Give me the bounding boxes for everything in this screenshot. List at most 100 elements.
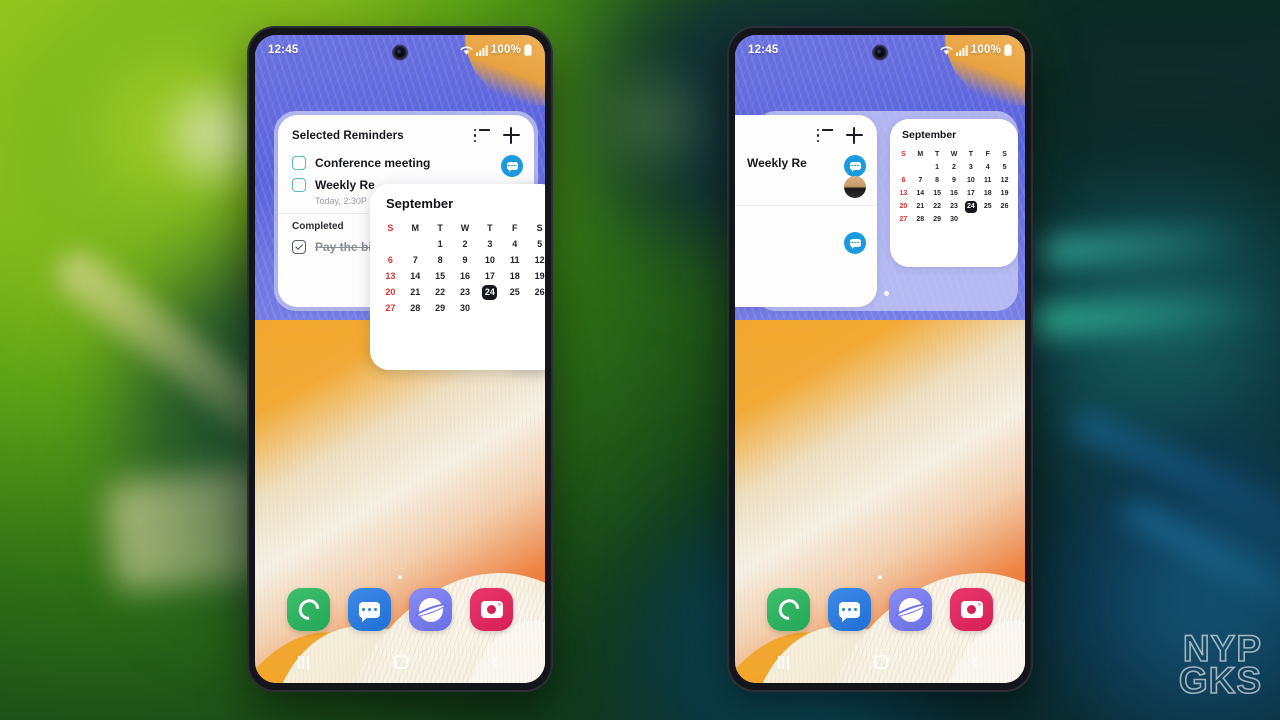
- back-icon[interactable]: [491, 655, 505, 669]
- calendar-day[interactable]: 11: [502, 252, 527, 268]
- calendar-day[interactable]: 22: [428, 284, 453, 300]
- recents-icon[interactable]: [777, 655, 789, 669]
- calendar-day[interactable]: 19: [996, 187, 1013, 200]
- camera-app[interactable]: [950, 588, 993, 631]
- back-icon[interactable]: [971, 655, 985, 669]
- calendar-day[interactable]: 11: [979, 174, 996, 187]
- phone-app[interactable]: [287, 588, 330, 631]
- calendar-widget[interactable]: September SMTWTFS..123456789101112131415…: [890, 119, 1018, 267]
- calendar-day[interactable]: 20: [895, 200, 912, 213]
- calendar-day[interactable]: 22: [929, 200, 946, 213]
- reminder-checkbox[interactable]: [292, 178, 306, 192]
- calendar-day[interactable]: 10: [477, 252, 502, 268]
- internet-app[interactable]: [409, 588, 452, 631]
- calendar-day[interactable]: 27: [895, 213, 912, 226]
- messages-app[interactable]: [828, 588, 871, 631]
- calendar-day-today[interactable]: 24: [477, 284, 502, 300]
- plus-icon[interactable]: [503, 127, 520, 144]
- calendar-day[interactable]: 28: [912, 213, 929, 226]
- calendar-day[interactable]: 30: [946, 213, 963, 226]
- calendar-day[interactable]: 12: [996, 174, 1013, 187]
- calendar-day[interactable]: 27: [378, 300, 403, 316]
- calendar-day[interactable]: 6: [378, 252, 403, 268]
- calendar-day[interactable]: 29: [929, 213, 946, 226]
- reminder-item[interactable]: [735, 174, 877, 202]
- reminders-widget[interactable]: Weekly Re Completed: [735, 115, 877, 307]
- calendar-day[interactable]: 9: [946, 174, 963, 187]
- list-view-icon[interactable]: [817, 128, 833, 143]
- calendar-day[interactable]: 4: [979, 161, 996, 174]
- calendar-day[interactable]: 18: [979, 187, 996, 200]
- calendar-day[interactable]: 13: [895, 187, 912, 200]
- calendar-day-header: M: [917, 151, 924, 158]
- home-icon[interactable]: [393, 655, 408, 669]
- calendar-day[interactable]: 21: [912, 200, 929, 213]
- calendar-day[interactable]: 7: [912, 174, 929, 187]
- calendar-day[interactable]: 8: [428, 252, 453, 268]
- calendar-day[interactable]: 14: [912, 187, 929, 200]
- calendar-day[interactable]: 12: [527, 252, 545, 268]
- list-view-icon[interactable]: [474, 128, 490, 143]
- recents-icon[interactable]: [297, 655, 309, 669]
- calendar-day[interactable]: 1: [929, 161, 946, 174]
- calendar-day[interactable]: 23: [453, 284, 478, 300]
- page-dot[interactable]: [877, 574, 883, 579]
- calendar-day[interactable]: 25: [979, 200, 996, 213]
- calendar-day[interactable]: 26: [996, 200, 1013, 213]
- calendar-day[interactable]: 25: [502, 284, 527, 300]
- calendar-widget[interactable]: September SMTWTFS..123456789101112131415…: [370, 184, 545, 370]
- message-icon[interactable]: [844, 232, 866, 254]
- calendar-day[interactable]: 5: [527, 236, 545, 252]
- calendar-day[interactable]: 2: [453, 236, 478, 252]
- page-dot[interactable]: [397, 574, 403, 579]
- calendar-day[interactable]: 26: [527, 284, 545, 300]
- avatar-icon[interactable]: [844, 176, 866, 198]
- reminder-checkbox[interactable]: [292, 156, 306, 170]
- calendar-day[interactable]: 17: [962, 187, 979, 200]
- plus-icon[interactable]: [846, 127, 863, 144]
- calendar-day-today[interactable]: 24: [962, 200, 979, 213]
- calendar-grid[interactable]: SMTWTFS..1234567891011121314151617181920…: [890, 148, 1018, 226]
- phone-screen-left[interactable]: 12:45 100% Selected Reminders Conference…: [255, 35, 545, 683]
- reminder-checkbox-checked[interactable]: [292, 240, 306, 254]
- calendar-day[interactable]: 13: [378, 268, 403, 284]
- calendar-day[interactable]: 16: [453, 268, 478, 284]
- calendar-day[interactable]: 17: [477, 268, 502, 284]
- messages-app[interactable]: [348, 588, 391, 631]
- calendar-day[interactable]: 20: [378, 284, 403, 300]
- calendar-day[interactable]: 18: [502, 268, 527, 284]
- widget-page-indicator: [735, 291, 1025, 296]
- reminder-item[interactable]: Conference meeting: [278, 152, 534, 177]
- reminder-item-completed[interactable]: [735, 228, 877, 256]
- camera-app[interactable]: [470, 588, 513, 631]
- calendar-day[interactable]: 7: [403, 252, 428, 268]
- calendar-day[interactable]: 29: [428, 300, 453, 316]
- calendar-day[interactable]: 21: [403, 284, 428, 300]
- page-dot[interactable]: [884, 291, 889, 296]
- calendar-day[interactable]: 16: [946, 187, 963, 200]
- calendar-day[interactable]: 30: [453, 300, 478, 316]
- calendar-day[interactable]: 2: [946, 161, 963, 174]
- calendar-day[interactable]: 1: [428, 236, 453, 252]
- calendar-day[interactable]: 8: [929, 174, 946, 187]
- calendar-day[interactable]: 28: [403, 300, 428, 316]
- calendar-day[interactable]: 15: [428, 268, 453, 284]
- calendar-day[interactable]: 19: [527, 268, 545, 284]
- calendar-grid[interactable]: SMTWTFS..1234567891011121314151617181920…: [370, 220, 545, 316]
- calendar-day[interactable]: 9: [453, 252, 478, 268]
- calendar-day[interactable]: 23: [946, 200, 963, 213]
- calendar-day[interactable]: 3: [962, 161, 979, 174]
- calendar-day[interactable]: 6: [895, 174, 912, 187]
- calendar-day[interactable]: 4: [502, 236, 527, 252]
- calendar-day[interactable]: 3: [477, 236, 502, 252]
- calendar-day[interactable]: 10: [962, 174, 979, 187]
- internet-app[interactable]: [889, 588, 932, 631]
- calendar-day[interactable]: 14: [403, 268, 428, 284]
- calendar-day[interactable]: 5: [996, 161, 1013, 174]
- phone-app[interactable]: [767, 588, 810, 631]
- home-icon[interactable]: [873, 655, 888, 669]
- reminder-item[interactable]: Weekly Re: [735, 152, 877, 177]
- phone-screen-right[interactable]: 12:45 100% Weekly Re September S M T W T…: [735, 35, 1025, 683]
- calendar-day[interactable]: 15: [929, 187, 946, 200]
- page-dot[interactable]: [871, 291, 876, 296]
